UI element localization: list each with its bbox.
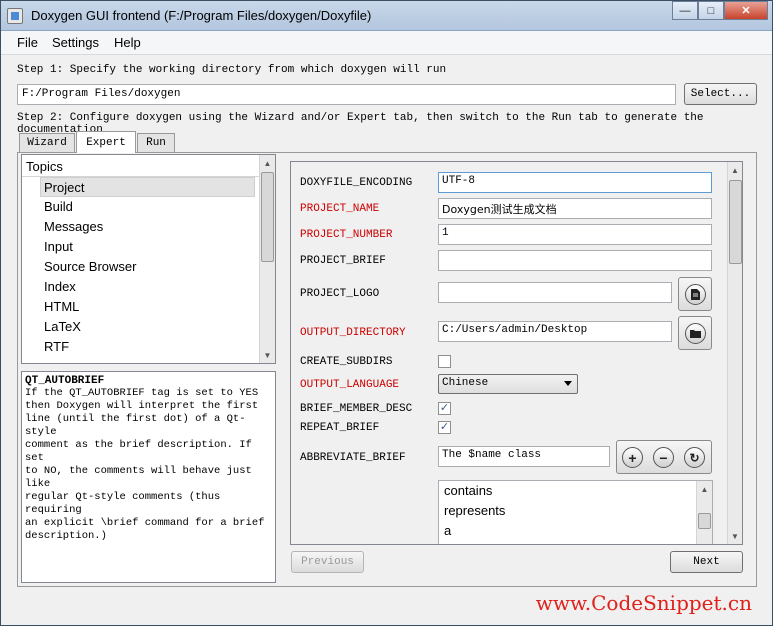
folder-icon	[685, 323, 706, 344]
doxyfile-encoding-input[interactable]: UTF-8	[438, 172, 712, 193]
scroll-up-icon[interactable]: ▲	[728, 162, 742, 178]
file-icon	[685, 284, 706, 305]
step1-text: Step 1: Specify the working directory fr…	[17, 64, 447, 76]
title-bar: Doxygen GUI frontend (F:/Program Files/d…	[1, 1, 772, 31]
working-directory-input[interactable]: F:/Program Files/doxygen	[17, 84, 676, 105]
output-language-select[interactable]: Chinese	[438, 374, 578, 394]
topic-item-rtf[interactable]: RTF	[22, 337, 275, 357]
project-number-input[interactable]: 1	[438, 224, 712, 245]
previous-button[interactable]: Previous	[291, 551, 364, 573]
options-scrollbar[interactable]: ▲ ▼	[727, 162, 742, 544]
minimize-button[interactable]: —	[672, 1, 698, 20]
abbrev-list-scrollbar[interactable]: ▲	[696, 481, 712, 544]
label-repeat-brief: REPEAT_BRIEF	[300, 422, 380, 434]
repeat-brief-checkbox[interactable]: ✓	[438, 421, 451, 434]
project-brief-input[interactable]	[438, 250, 712, 271]
list-item[interactable]: a	[439, 521, 712, 541]
scroll-up-icon[interactable]: ▲	[697, 481, 712, 497]
watermark: www.CodeSnippet.cn	[535, 591, 752, 615]
remove-icon[interactable]: −	[653, 447, 674, 468]
output-directory-input[interactable]: C:/Users/admin/Desktop	[438, 321, 672, 342]
browse-folder-button[interactable]	[678, 316, 712, 350]
maximize-button[interactable]: □	[698, 1, 724, 20]
label-abbreviate-brief: ABBREVIATE_BRIEF	[300, 452, 406, 464]
scroll-up-icon[interactable]: ▲	[260, 155, 275, 171]
list-item[interactable]: contains	[439, 481, 712, 501]
project-logo-input[interactable]	[438, 282, 672, 303]
label-brief-member-desc: BRIEF_MEMBER_DESC	[300, 403, 413, 415]
scroll-down-icon[interactable]: ▼	[728, 528, 742, 544]
expert-options-panel: DOXYFILE_ENCODING UTF-8 PROJECT_NAME Dox…	[290, 161, 743, 545]
help-panel: QT_AUTOBRIEF If the QT_AUTOBRIEF tag is …	[21, 371, 276, 583]
tab-wizard[interactable]: Wizard	[19, 133, 75, 152]
app-icon	[7, 8, 23, 24]
tab-expert[interactable]: Expert	[76, 131, 136, 153]
topic-item-source-browser[interactable]: Source Browser	[22, 257, 275, 277]
label-project-number: PROJECT_NUMBER	[300, 229, 393, 241]
topic-item-input[interactable]: Input	[22, 237, 275, 257]
label-doxyfile-encoding: DOXYFILE_ENCODING	[300, 177, 413, 189]
label-project-brief: PROJECT_BRIEF	[300, 255, 386, 267]
output-language-value: Chinese	[442, 377, 489, 389]
abbreviate-brief-list: contains represents a ▲	[438, 480, 713, 544]
add-icon[interactable]: +	[622, 447, 643, 468]
topics-list: Topics Project Build Messages Input Sour…	[21, 154, 276, 364]
menu-settings[interactable]: Settings	[52, 35, 99, 50]
topic-item-latex[interactable]: LaTeX	[22, 317, 275, 337]
menu-bar: File Settings Help	[1, 31, 772, 55]
menu-help[interactable]: Help	[114, 35, 141, 50]
label-create-subdirs: CREATE_SUBDIRS	[300, 356, 393, 368]
browse-file-button[interactable]	[678, 277, 712, 311]
topic-item-index[interactable]: Index	[22, 277, 275, 297]
topic-item-messages[interactable]: Messages	[22, 217, 275, 237]
refresh-icon[interactable]: ↻	[684, 447, 705, 468]
app-window: Doxygen GUI frontend (F:/Program Files/d…	[0, 0, 773, 626]
label-project-name: PROJECT_NAME	[300, 203, 380, 215]
abbreviate-brief-input[interactable]: The $name class	[438, 446, 610, 467]
label-project-logo: PROJECT_LOGO	[300, 288, 380, 300]
menu-file[interactable]: File	[17, 35, 38, 50]
scroll-thumb[interactable]	[261, 172, 274, 262]
create-subdirs-checkbox[interactable]	[438, 355, 451, 368]
label-output-directory: OUTPUT_DIRECTORY	[300, 327, 406, 339]
help-title: QT_AUTOBRIEF	[25, 375, 105, 387]
scroll-thumb[interactable]	[698, 513, 711, 529]
project-name-input[interactable]: Doxygen测试生成文档	[438, 198, 712, 219]
close-button[interactable]: ✕	[724, 1, 768, 20]
topic-item-build[interactable]: Build	[22, 197, 275, 217]
scroll-down-icon[interactable]: ▼	[260, 347, 275, 363]
topics-header: Topics	[22, 155, 275, 177]
topic-item-project[interactable]: Project	[40, 177, 255, 197]
topic-item-html[interactable]: HTML	[22, 297, 275, 317]
next-button[interactable]: Next	[670, 551, 743, 573]
window-title: Doxygen GUI frontend (F:/Program Files/d…	[31, 8, 372, 23]
scroll-thumb[interactable]	[729, 180, 742, 264]
tab-run[interactable]: Run	[137, 133, 175, 152]
brief-member-desc-checkbox[interactable]: ✓	[438, 402, 451, 415]
chevron-down-icon	[564, 381, 572, 386]
list-item[interactable]: represents	[439, 501, 712, 521]
topics-scrollbar[interactable]: ▲ ▼	[259, 155, 275, 363]
label-output-language: OUTPUT_LANGUAGE	[300, 379, 400, 391]
help-body: If the QT_AUTOBRIEF tag is set to YES th…	[25, 387, 265, 542]
select-button[interactable]: Select...	[684, 83, 757, 105]
abbreviate-brief-actions: + − ↻	[616, 440, 712, 474]
